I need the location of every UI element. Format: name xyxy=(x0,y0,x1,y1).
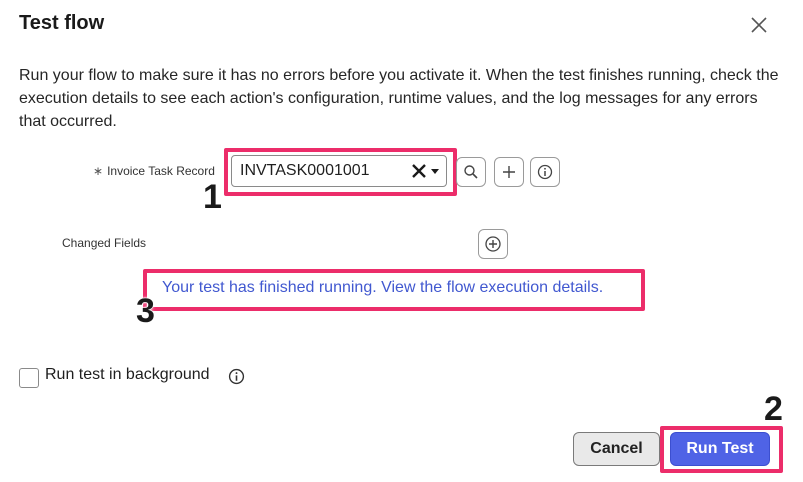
cancel-button[interactable]: Cancel xyxy=(573,432,660,466)
search-icon xyxy=(463,164,479,180)
annotation-marker-1: 1 xyxy=(203,178,223,217)
run-in-background-label[interactable]: Run test in background xyxy=(45,366,210,384)
close-button[interactable] xyxy=(747,15,771,39)
annotation-marker-2: 2 xyxy=(764,390,784,429)
record-label-text: Invoice Task Record xyxy=(107,164,215,178)
close-icon xyxy=(750,16,768,39)
required-marker: ∗ xyxy=(93,164,104,178)
changed-fields-label: Changed Fields xyxy=(62,236,147,250)
run-in-background-checkbox[interactable] xyxy=(19,368,39,388)
record-label: ∗ Invoice Task Record xyxy=(93,164,215,178)
add-changed-field-button[interactable] xyxy=(478,229,508,259)
highlight-box-2 xyxy=(660,426,783,473)
highlight-box-3 xyxy=(143,269,645,311)
annotation-marker-3: 3 xyxy=(136,292,156,331)
add-record-button[interactable] xyxy=(494,157,524,187)
dialog-description: Run your flow to make sure it has no err… xyxy=(19,67,779,130)
record-info-button[interactable] xyxy=(530,157,560,187)
plus-circle-icon xyxy=(484,235,502,253)
highlight-box-1 xyxy=(224,148,457,196)
info-icon xyxy=(537,164,553,180)
info-icon[interactable] xyxy=(228,368,245,390)
dialog-title: Test flow xyxy=(19,12,105,34)
plus-icon xyxy=(501,164,517,180)
lookup-search-button[interactable] xyxy=(456,157,486,187)
